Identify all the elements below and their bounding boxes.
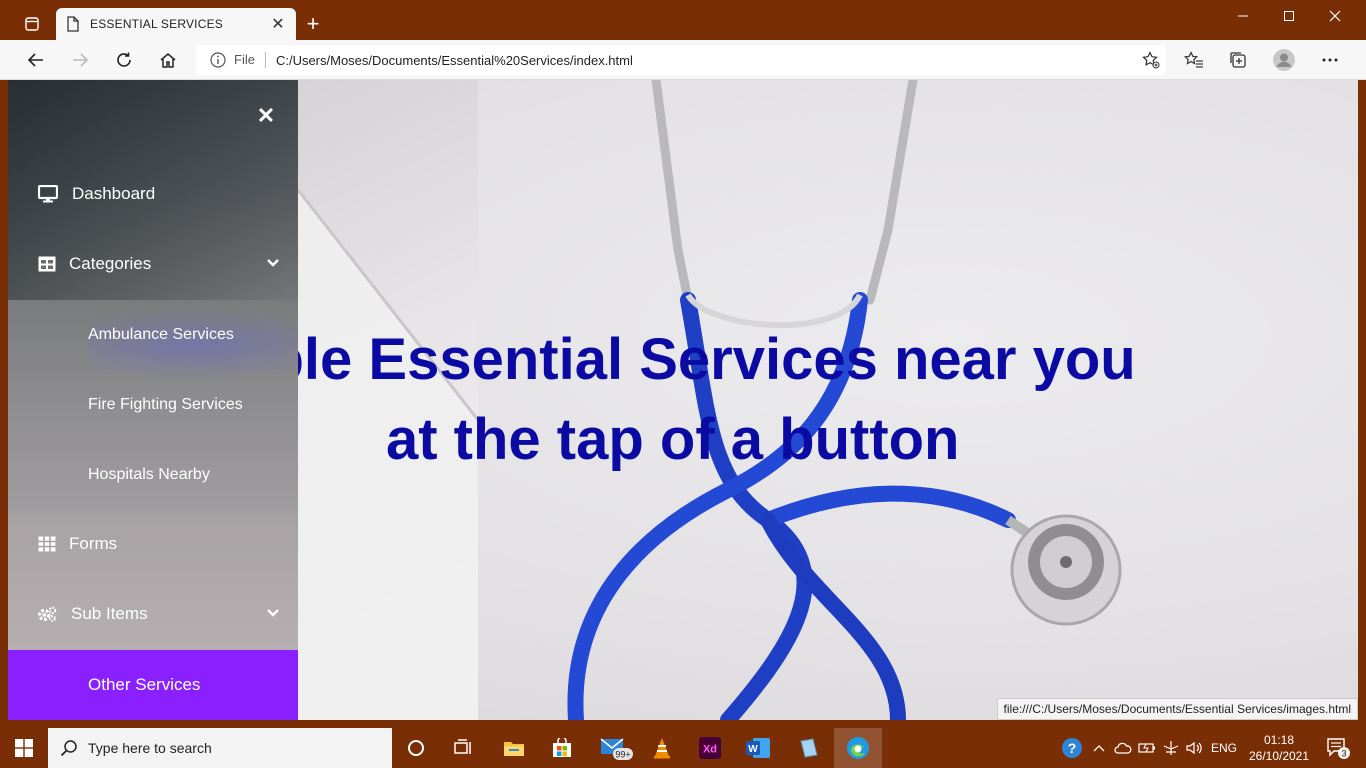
- sidebar-item-label: Forms: [69, 534, 118, 553]
- sidebar-item-label: Sub Items: [71, 604, 148, 623]
- tab-strip: ESSENTIAL SERVICES ✕ +: [0, 0, 1366, 40]
- help-icon[interactable]: ?: [1060, 728, 1084, 768]
- table-icon: [37, 534, 57, 554]
- submenu-item-ambulance[interactable]: Ambulance Services: [8, 300, 298, 370]
- clock[interactable]: 01:18 26/10/2021: [1244, 732, 1314, 764]
- notification-count: 3: [1341, 749, 1346, 759]
- sidebar-item-other-services[interactable]: Other Services: [8, 650, 298, 720]
- microsoft-store-icon[interactable]: [538, 728, 586, 768]
- close-tab-icon[interactable]: ✕: [270, 16, 286, 33]
- maximize-icon[interactable]: [1266, 0, 1312, 32]
- address-bar[interactable]: File C:/Users/Moses/Documents/Essential%…: [196, 45, 1166, 75]
- adobe-xd-icon[interactable]: Xd: [686, 728, 734, 768]
- cloud-icon[interactable]: [1112, 728, 1134, 768]
- collections-icon[interactable]: [1222, 44, 1254, 76]
- browser-window: ESSENTIAL SERVICES ✕ + File C:/Users/Mos…: [0, 0, 1366, 728]
- sidebar-item-sub-items[interactable]: Sub Items: [8, 579, 298, 649]
- profile-avatar-icon[interactable]: [1268, 44, 1300, 76]
- back-icon[interactable]: [20, 44, 52, 76]
- tab-actions-icon[interactable]: [14, 10, 50, 38]
- hero-line-1: liable Essential Services near you: [204, 327, 1136, 392]
- battery-icon[interactable]: [1136, 728, 1158, 768]
- categories-submenu: Ambulance Services Fire Fighting Service…: [8, 300, 298, 510]
- favorites-icon[interactable]: [1178, 44, 1210, 76]
- mail-icon[interactable]: 99+: [592, 728, 640, 768]
- windows-taskbar: Type here to search 99+ Xd W ? ENG 01:18…: [0, 728, 1366, 768]
- page-viewport: liable Essential Services near you at th…: [8, 80, 1358, 720]
- add-favorite-icon[interactable]: [1136, 45, 1166, 75]
- cortana-icon[interactable]: [392, 728, 440, 768]
- chevron-down-icon[interactable]: [266, 605, 280, 619]
- sidebar: ✕ Dashboard Categories Ambulance Service…: [8, 80, 298, 720]
- sidebar-item-forms[interactable]: Forms: [8, 509, 298, 579]
- vlc-icon[interactable]: [638, 728, 686, 768]
- search-icon: [60, 739, 78, 757]
- sidebar-item-categories[interactable]: Categories: [8, 229, 298, 299]
- close-window-icon[interactable]: [1312, 0, 1358, 32]
- clock-time: 01:18: [1263, 733, 1295, 747]
- close-sidebar-icon[interactable]: ✕: [254, 103, 278, 128]
- info-icon[interactable]: [210, 52, 226, 68]
- edge-browser-icon[interactable]: [834, 728, 882, 768]
- sidebar-item-label: Dashboard: [72, 184, 156, 203]
- home-icon[interactable]: [152, 44, 184, 76]
- chevron-down-icon[interactable]: [266, 255, 280, 269]
- taskbar-search-box[interactable]: Type here to search: [48, 728, 392, 768]
- mail-badge: 99+: [615, 750, 630, 760]
- sidebar-item-dashboard[interactable]: Dashboard: [8, 159, 298, 229]
- task-view-icon[interactable]: [440, 728, 488, 768]
- cogs-icon: [37, 604, 57, 624]
- refresh-icon[interactable]: [108, 44, 140, 76]
- grid-icon: [37, 254, 57, 274]
- browser-tab[interactable]: ESSENTIAL SERVICES ✕: [56, 8, 296, 40]
- status-bar-url: file:///C:/Users/Moses/Documents/Essenti…: [996, 698, 1358, 720]
- minimize-icon[interactable]: [1220, 0, 1266, 32]
- submenu-item-fire-fighting[interactable]: Fire Fighting Services: [8, 370, 298, 440]
- language-indicator[interactable]: ENG: [1208, 728, 1240, 768]
- notepad-icon[interactable]: [784, 728, 832, 768]
- page-icon: [66, 16, 80, 32]
- svg-text:Xd: Xd: [703, 744, 717, 756]
- svg-text:W: W: [748, 744, 758, 755]
- desktop-icon: [38, 184, 58, 204]
- new-tab-button[interactable]: +: [300, 12, 326, 38]
- volume-icon[interactable]: [1184, 728, 1206, 768]
- address-url[interactable]: C:/Users/Moses/Documents/Essential%20Ser…: [276, 53, 1136, 68]
- file-explorer-icon[interactable]: [490, 728, 538, 768]
- microsoft-word-icon[interactable]: W: [734, 728, 782, 768]
- clock-date: 26/10/2021: [1248, 749, 1310, 763]
- tab-title: ESSENTIAL SERVICES: [90, 17, 223, 31]
- forward-icon[interactable]: [64, 44, 96, 76]
- more-options-icon[interactable]: [1314, 44, 1346, 76]
- show-hidden-icons-icon[interactable]: [1090, 728, 1108, 768]
- address-prefix: File: [234, 52, 266, 68]
- search-placeholder: Type here to search: [88, 740, 212, 756]
- windows-start-icon[interactable]: [0, 728, 48, 768]
- submenu-item-hospitals[interactable]: Hospitals Nearby: [8, 440, 298, 510]
- svg-text:?: ?: [1068, 740, 1077, 756]
- sidebar-item-label: Categories: [69, 254, 152, 273]
- hero-line-2: at the tap of a button: [386, 407, 960, 472]
- notifications-icon[interactable]: 3: [1320, 728, 1356, 768]
- browser-toolbar: File C:/Users/Moses/Documents/Essential%…: [0, 40, 1366, 80]
- network-icon[interactable]: [1160, 728, 1182, 768]
